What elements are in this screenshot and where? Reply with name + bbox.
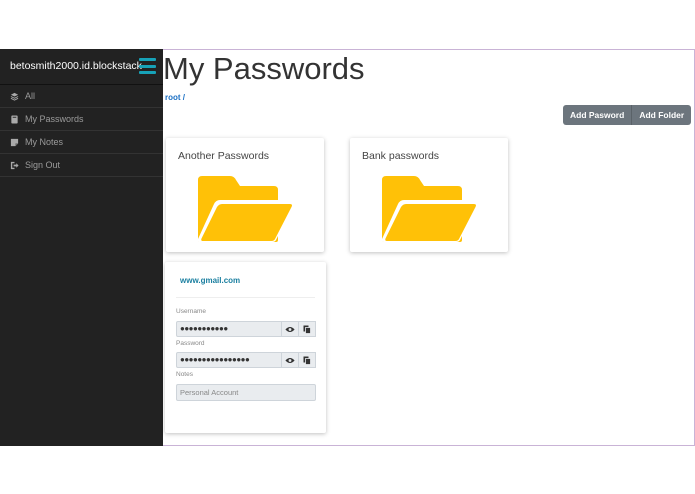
sidebar-item-my-notes[interactable]: My Notes	[0, 131, 163, 154]
password-field-row: ●●●●●●●●●●●●●●●●	[176, 352, 316, 368]
sidebar-item-all[interactable]: All	[0, 85, 163, 108]
breadcrumb[interactable]: root /	[165, 93, 185, 102]
sidebar-item-sign-out[interactable]: Sign Out	[0, 154, 163, 177]
username-label: Username	[176, 308, 206, 315]
entry-site-link[interactable]: www.gmail.com	[180, 276, 240, 285]
copy-icon	[303, 356, 311, 365]
folder-card-bank-passwords[interactable]: Bank passwords	[350, 138, 508, 252]
sidebar: betosmith2000.id.blockstack All My Passw…	[0, 49, 163, 446]
sidebar-brand: betosmith2000.id.blockstack	[0, 49, 163, 85]
notes-field[interactable]: Personal Account	[176, 384, 316, 401]
layers-icon	[10, 92, 19, 101]
copy-icon	[303, 325, 311, 334]
book-icon	[10, 114, 19, 124]
show-password-button[interactable]	[282, 352, 299, 368]
sign-out-icon	[10, 161, 19, 170]
sidebar-nav: All My Passwords My Notes Sign Out	[0, 85, 163, 177]
sidebar-item-label: My Passwords	[25, 114, 84, 124]
folder-card-another-passwords[interactable]: Another Passwords	[166, 138, 324, 252]
eye-icon	[285, 357, 295, 363]
sidebar-item-label: All	[25, 91, 36, 101]
copy-username-button[interactable]	[299, 321, 316, 337]
sidebar-item-my-passwords[interactable]: My Passwords	[0, 108, 163, 131]
password-field[interactable]: ●●●●●●●●●●●●●●●●	[176, 352, 282, 368]
sidebar-item-label: Sign Out	[25, 160, 61, 170]
folder-label: Bank passwords	[362, 150, 440, 162]
hamburger-menu-icon[interactable]	[139, 58, 156, 74]
folder-icon	[381, 176, 479, 242]
sidebar-item-label: My Notes	[25, 137, 64, 147]
brand-name: betosmith2000.id.blockstack	[10, 60, 142, 72]
copy-password-button[interactable]	[299, 352, 316, 368]
folder-label: Another Passwords	[178, 150, 270, 162]
password-entry-card: www.gmail.com Username ●●●●●●●●●●● Passw…	[165, 262, 326, 433]
main-content: My Passwords root / Add Pasword Add Fold…	[163, 49, 695, 446]
password-label: Password	[176, 340, 205, 347]
username-field[interactable]: ●●●●●●●●●●●	[176, 321, 282, 337]
page-title: My Passwords	[163, 51, 365, 86]
show-username-button[interactable]	[282, 321, 299, 337]
eye-icon	[285, 326, 295, 332]
username-field-row: ●●●●●●●●●●●	[176, 321, 316, 337]
add-password-button[interactable]: Add Pasword	[563, 105, 631, 125]
folder-icon	[197, 176, 295, 242]
divider	[176, 297, 315, 298]
notes-label: Notes	[176, 371, 193, 378]
note-icon	[10, 138, 19, 147]
action-button-group: Add Pasword Add Folder	[563, 105, 692, 125]
add-folder-button[interactable]: Add Folder	[631, 105, 691, 125]
